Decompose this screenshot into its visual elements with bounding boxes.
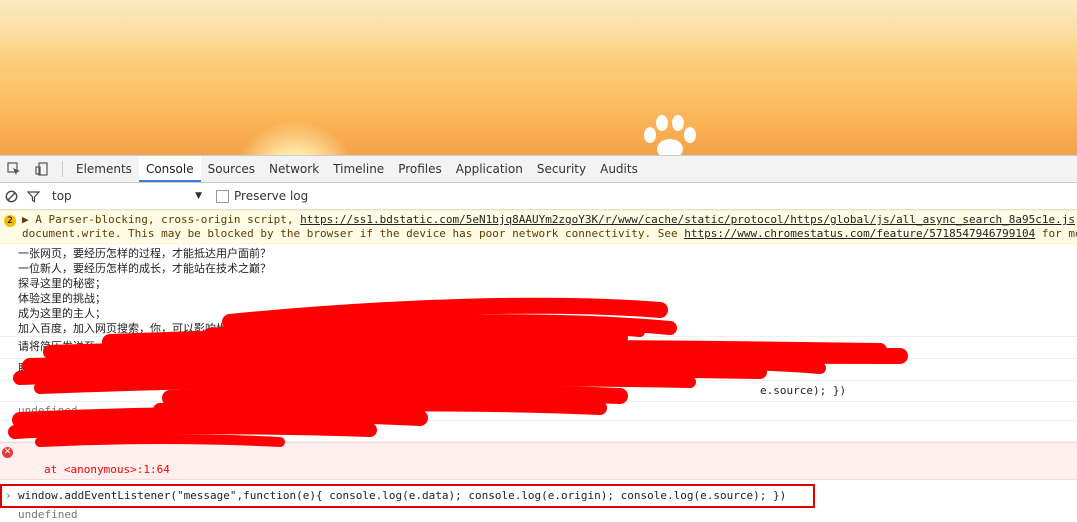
command-echo-row: e.source); }) — [0, 381, 1077, 402]
console-filterbar: top ▼ Preserve log — [0, 183, 1077, 210]
clear-console-icon[interactable] — [0, 183, 22, 209]
tab-application[interactable]: Application — [449, 156, 530, 182]
warning-count-badge: 2 — [4, 215, 16, 227]
context-label: top — [52, 189, 72, 203]
devtools-panel: Elements Console Sources Network Timelin… — [0, 155, 1077, 521]
baidu-paw-logo-icon — [644, 115, 696, 155]
chromestatus-link[interactable]: https://www.chromestatus.com/feature/571… — [684, 227, 1035, 240]
warning-text: ▶ A Parser-blocking, cross-origin script… — [22, 213, 301, 226]
result-undefined-2: undefined — [18, 508, 78, 521]
sky-haze — [0, 0, 1077, 60]
log-line: 探寻这里的秘密； — [18, 277, 106, 290]
tab-elements[interactable]: Elements — [69, 156, 139, 182]
console-output: 2 ▶ A Parser-blocking, cross-origin scri… — [0, 210, 1077, 522]
tab-audits[interactable]: Audits — [593, 156, 645, 182]
warning-text-2-tail: for mo — [1035, 227, 1077, 240]
context-selector[interactable]: top ▼ — [52, 189, 202, 203]
devtools-tabbar: Elements Console Sources Network Timelin… — [0, 156, 1077, 183]
result-undefined-row-2: undefined — [0, 508, 1077, 522]
webpage-background — [0, 0, 1077, 155]
warning-message: 2 ▶ A Parser-blocking, cross-origin scri… — [0, 210, 1077, 244]
error-icon: ✕ — [2, 447, 13, 458]
log-message-resume: 请将简历发送至 — [0, 337, 1077, 359]
log-line: 成为这里的主人； — [18, 307, 106, 320]
tab-network[interactable]: Network — [262, 156, 326, 182]
tabbar-separator — [62, 161, 63, 177]
log-message-recruit: 一张网页，要经历怎样的过程，才能抵达用户面前？ 一位新人，要经历怎样的成长，才能… — [0, 244, 1077, 337]
preserve-log-checkbox[interactable] — [216, 189, 229, 203]
tab-security[interactable]: Security — [530, 156, 593, 182]
dropdown-arrow-icon: ▼ — [195, 191, 202, 201]
log-line: 体验这里的挑战； — [18, 292, 106, 305]
filter-icon[interactable] — [22, 183, 44, 209]
preserve-log-label: Preserve log — [234, 189, 309, 203]
partial-source-text: e.source); }) — [760, 384, 847, 397]
job-text: 职位介绍： — [18, 362, 73, 375]
script-link[interactable]: https://ss1.bdstatic.com/5eN1bjq8AAUYm2z… — [300, 213, 1075, 226]
error-location: at <anonymous>:1:64 — [44, 463, 170, 476]
sun-glow — [230, 120, 360, 155]
result-undefined-row: undefined — [0, 402, 1077, 421]
resume-text: 请将简历发送至 — [18, 340, 95, 353]
error-message: ✕ at <anonymous>:1:64 — [0, 442, 1077, 480]
console-input-row[interactable]: › window.addEventListener("message",func… — [0, 484, 1077, 508]
tab-timeline[interactable]: Timeline — [326, 156, 391, 182]
tab-console[interactable]: Console — [138, 156, 201, 182]
tab-profiles[interactable]: Profiles — [391, 156, 449, 182]
command-text: window.addEventListener("message",functi… — [18, 489, 787, 502]
log-message-job: 职位介绍： — [0, 359, 1077, 381]
device-toolbar-icon[interactable] — [28, 156, 56, 182]
highlighted-command[interactable]: › window.addEventListener("message",func… — [0, 484, 815, 508]
log-line: 一张网页，要经历怎样的过程，才能抵达用户面前？ — [18, 247, 271, 260]
result-undefined: undefined — [18, 404, 78, 417]
prompt-chevron-icon: › — [5, 489, 12, 502]
inspect-element-icon[interactable] — [0, 156, 28, 182]
hidden-row — [0, 421, 1077, 442]
tab-sources[interactable]: Sources — [201, 156, 262, 182]
log-line: 加入百度，加入网页搜索，你，可以影响世界。 — [18, 322, 249, 335]
warning-text-2: document.write. This may be blocked by t… — [22, 227, 685, 240]
log-line: 一位新人，要经历怎样的成长，才能站在技术之巅？ — [18, 262, 271, 275]
